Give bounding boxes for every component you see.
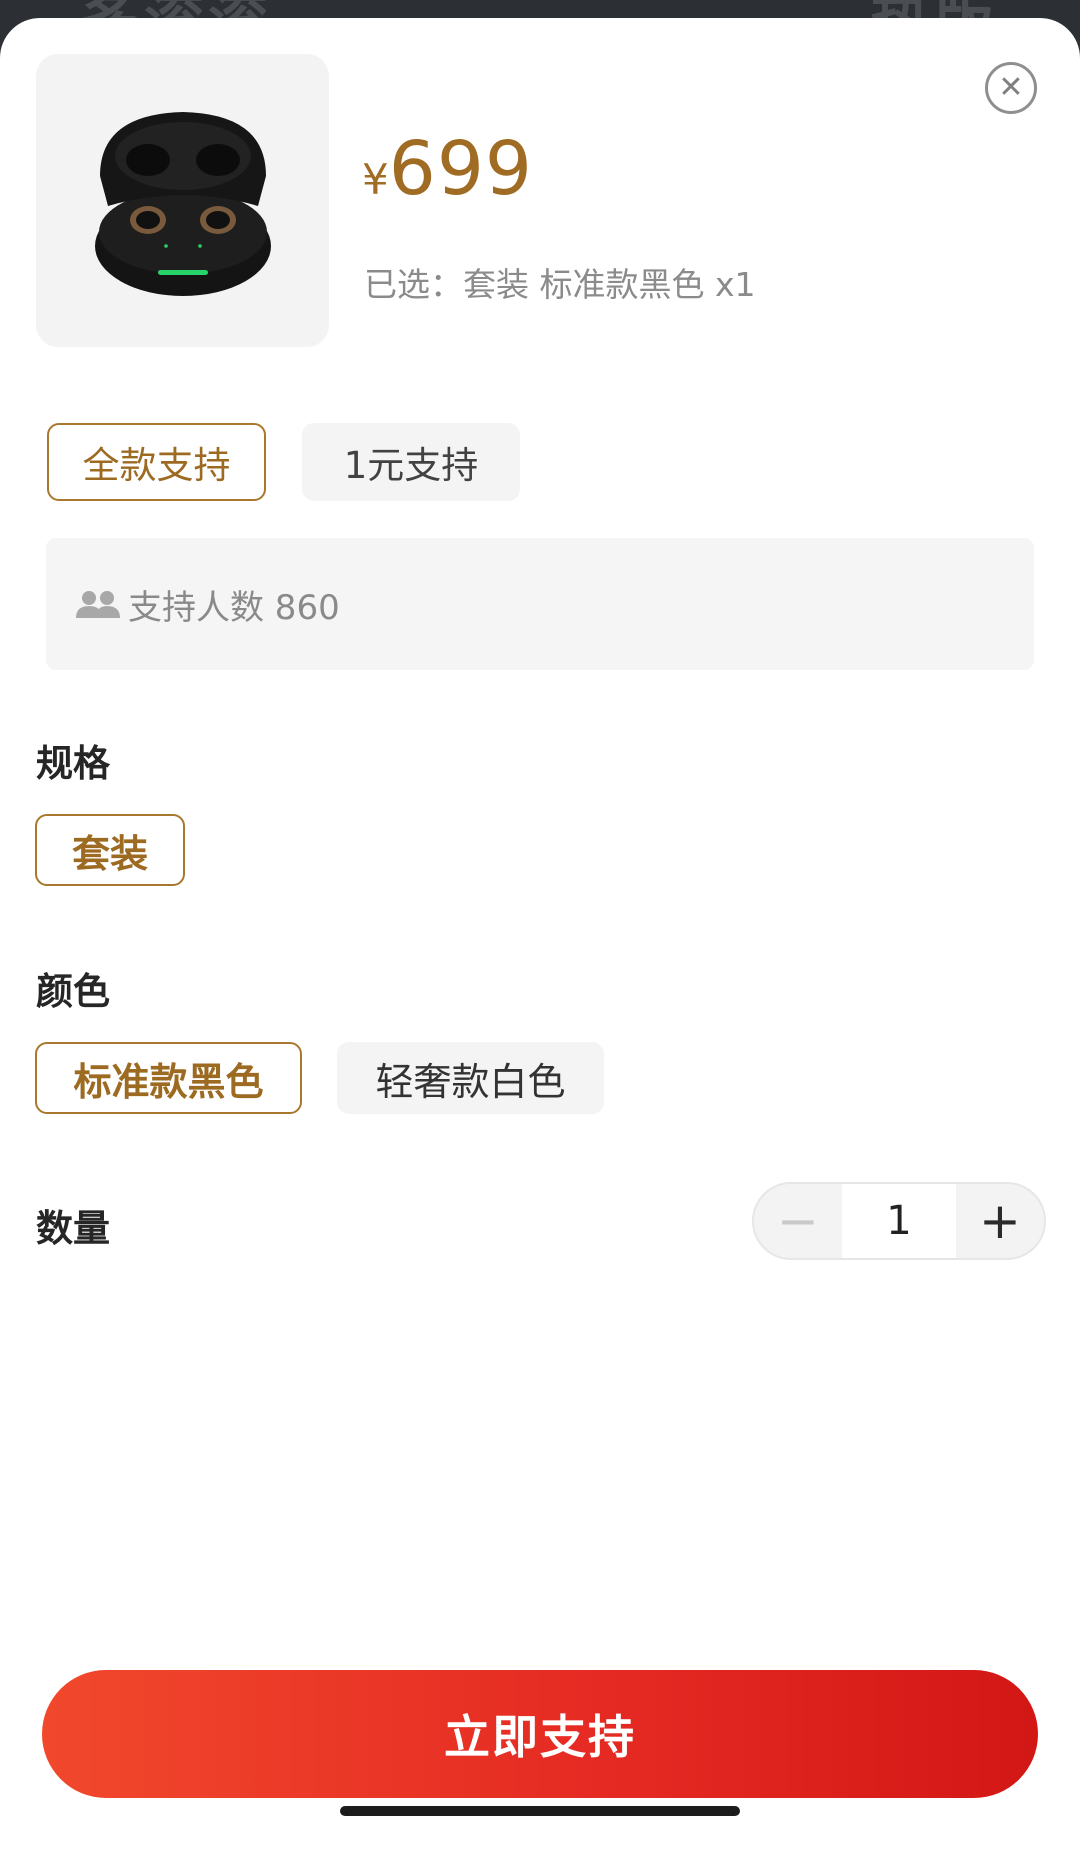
close-icon: ✕ [998, 70, 1024, 105]
quantity-title: 数量 [36, 1207, 110, 1250]
plus-icon: + [979, 1192, 1021, 1250]
price-value: 699 [388, 126, 533, 212]
quantity-decrease-button[interactable]: − [754, 1184, 842, 1258]
support-now-button[interactable]: 立即支持 [42, 1670, 1038, 1798]
color-option-standard-black[interactable]: 标准款黑色 [35, 1042, 302, 1114]
tab-one-yuan-support[interactable]: 1元支持 [302, 423, 520, 501]
sku-bottom-sheet: ✕ ¥699 已选：套装 标准款黑色 x1 全款支持 1元支持 支持人数 860… [0, 18, 1080, 1854]
quantity-value[interactable]: 1 [842, 1184, 956, 1258]
earbuds-case-image [94, 111, 271, 296]
supporters-count-box: 支持人数 860 [46, 538, 1034, 670]
spec-title: 规格 [36, 742, 110, 785]
color-title: 颜色 [36, 970, 110, 1013]
home-indicator [340, 1806, 740, 1816]
quantity-increase-button[interactable]: + [956, 1184, 1044, 1258]
color-option-luxury-white[interactable]: 轻奢款白色 [337, 1042, 604, 1114]
spec-option-set[interactable]: 套装 [35, 814, 185, 886]
selected-summary: 已选：套装 标准款黑色 x1 [364, 265, 756, 304]
price-currency: ¥ [362, 155, 389, 204]
quantity-stepper: − 1 + [752, 1182, 1046, 1260]
product-thumbnail [36, 54, 329, 347]
tab-full-support[interactable]: 全款支持 [47, 423, 266, 501]
minus-icon: − [777, 1192, 819, 1250]
people-icon [76, 589, 120, 619]
close-button[interactable]: ✕ [985, 62, 1037, 114]
supporters-text: 支持人数 860 [128, 587, 340, 628]
price: ¥699 [362, 126, 533, 212]
